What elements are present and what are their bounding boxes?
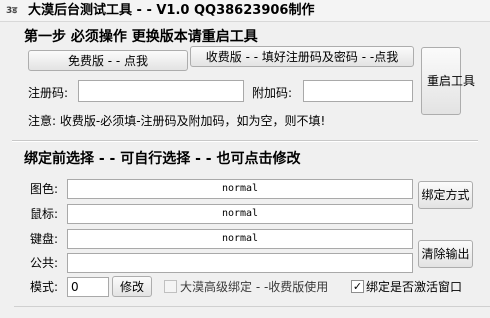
- window-title: 大漠后台测试工具 - - V1.0 QQ38623906制作: [28, 3, 315, 18]
- app-icon: 3ड: [6, 6, 18, 16]
- output-area-edge: [14, 306, 490, 318]
- public-label: 公共:: [30, 256, 59, 270]
- mode-input[interactable]: 0: [67, 277, 109, 297]
- advanced-bind-label: 大漠高级绑定 - -收费版使用: [180, 280, 329, 294]
- activate-window-label: 绑定是否激活窗口: [366, 280, 463, 294]
- activate-window-checkbox[interactable]: ✓: [351, 280, 364, 293]
- step1-heading: 第一步 必须操作 更换版本请重启工具: [24, 29, 258, 45]
- mode-label: 模式:: [30, 280, 59, 294]
- reg-code-label: 注册码:: [28, 86, 69, 100]
- mouse-label: 鼠标:: [30, 207, 59, 221]
- public-input[interactable]: [67, 253, 413, 273]
- free-version-button[interactable]: 免费版 - - 点我: [28, 50, 188, 71]
- restart-tool-label: 重启工具: [427, 73, 476, 88]
- mouse-mode-input[interactable]: normal: [67, 204, 413, 224]
- restart-tool-button[interactable]: 重启工具: [421, 47, 476, 115]
- step2-heading: 绑定前选择 - - 可自行选择 - - 也可点击修改: [24, 151, 301, 167]
- checkmark-icon: ✓: [352, 280, 363, 293]
- keyboard-label: 键盘:: [30, 232, 59, 246]
- display-label: 图色:: [30, 182, 59, 196]
- extra-code-label: 附加码:: [252, 86, 293, 100]
- display-mode-input[interactable]: normal: [67, 179, 413, 199]
- reg-code-input[interactable]: [78, 80, 244, 102]
- section-divider: [12, 140, 478, 142]
- bind-mode-button[interactable]: 绑定方式: [418, 181, 473, 209]
- extra-code-input[interactable]: [303, 80, 413, 102]
- advanced-bind-checkbox[interactable]: [164, 280, 177, 293]
- free-version-note: 注意: 收费版-必须填-注册码及附加码，如为空，则不填!: [28, 114, 326, 128]
- clear-output-button[interactable]: 清除输出: [418, 240, 473, 268]
- paid-version-button[interactable]: 收费版 - - 填好注册码及密码 - -点我: [190, 46, 414, 67]
- modify-button[interactable]: 修改: [112, 276, 152, 297]
- keyboard-mode-input[interactable]: normal: [67, 229, 413, 249]
